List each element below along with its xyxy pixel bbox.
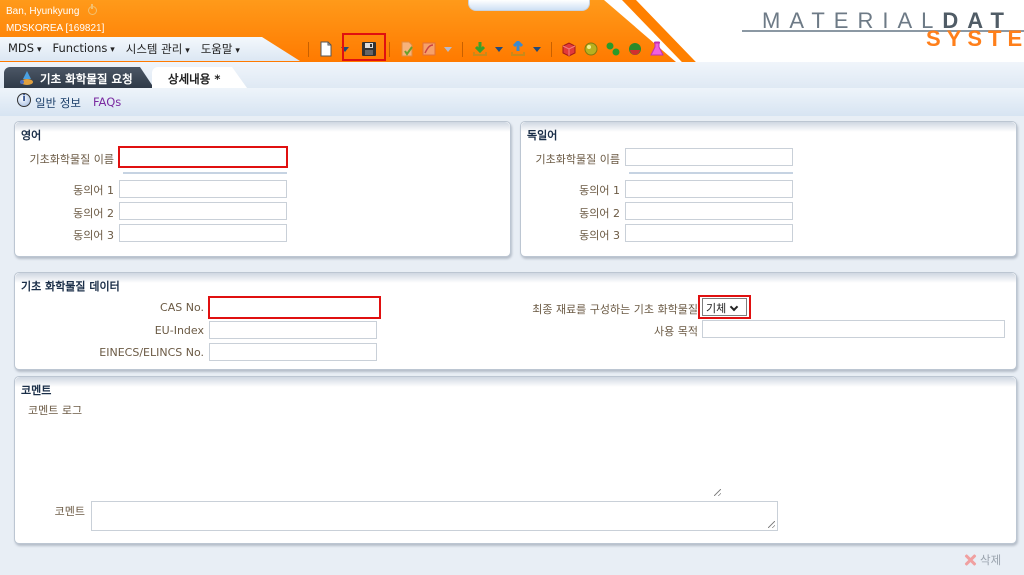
menu-system-admin[interactable]: 시스템 관리 [126, 41, 190, 57]
menu-help[interactable]: 도움말 [201, 41, 240, 57]
basic-substance-icon[interactable] [605, 41, 621, 57]
save-highlight-box [342, 33, 386, 61]
menu-mds[interactable]: MDS [8, 41, 41, 57]
recycle-icon[interactable] [627, 41, 643, 57]
user-info: Ban, Hyunkyung MDSKOREA [169821] [6, 3, 104, 37]
info-icon[interactable]: i [17, 93, 31, 107]
material-icon[interactable] [561, 41, 577, 57]
export-dropdown-icon[interactable] [444, 46, 452, 52]
info-bar: i 일반 정보 FAQs [0, 88, 1024, 116]
organization-label: MDSKOREA [169821] [6, 23, 105, 34]
usage-purpose-input[interactable] [702, 320, 1005, 338]
toolbar-separator [551, 41, 552, 57]
upload-icon[interactable] [510, 39, 526, 57]
chevron-down-icon [730, 302, 739, 312]
cas-number-label: CAS No. [160, 301, 204, 314]
german-basic-substance-name-input[interactable] [625, 148, 793, 166]
physical-state-select[interactable]: 기체 [702, 298, 747, 316]
basic-substance-name-label: 기초화학물질 이름 [535, 153, 620, 166]
synonym-1-label: 동의어 1 [73, 184, 114, 197]
physical-state-label: 최종 재료를 구성하는 기초 화학물질 [532, 303, 698, 316]
synonym-3-label: 동의어 3 [73, 229, 114, 242]
faqs-link[interactable]: FAQs [93, 95, 121, 109]
toolbar-separator [389, 41, 390, 57]
logo-text-system: SYSTE [926, 26, 1024, 51]
german-synonym-1-input[interactable] [625, 180, 793, 198]
resize-grip-icon[interactable] [768, 521, 775, 528]
logout-power-icon[interactable] [88, 4, 98, 15]
comment-panel: 코멘트 코멘트 로그 코멘트 [14, 376, 1017, 544]
general-info-link[interactable]: 일반 정보 [35, 95, 81, 111]
physical-state-value: 기체 [706, 302, 727, 315]
panel-title: 영어 [21, 129, 42, 142]
synonym-1-label: 동의어 1 [579, 184, 620, 197]
panel-header-gradient [15, 377, 1016, 387]
tab-label: 상세내용 * [168, 72, 221, 86]
comment-textarea[interactable] [91, 501, 778, 531]
eu-index-label: EU-Index [154, 324, 204, 337]
user-name: Ban, Hyunkyung [6, 6, 80, 17]
name-separator [629, 172, 793, 174]
german-synonym-2-input[interactable] [625, 202, 793, 220]
name-separator [123, 172, 287, 174]
panel-header-gradient [521, 122, 1016, 132]
pdf-export-icon[interactable] [421, 41, 437, 57]
comment-log-area[interactable] [91, 401, 721, 496]
cas-number-input[interactable] [208, 296, 381, 319]
substance-icon[interactable] [583, 41, 599, 57]
panel-header-gradient [15, 273, 1016, 283]
upload-dropdown-icon[interactable] [533, 46, 541, 52]
panel-title: 독일어 [527, 129, 558, 142]
synonym-3-label: 동의어 3 [579, 229, 620, 242]
german-panel: 독일어 기초화학물질 이름 동의어 1 동의어 2 동의어 3 [520, 121, 1017, 257]
synonym-2-label: 동의어 2 [73, 207, 114, 220]
english-synonym-1-input[interactable] [119, 180, 287, 198]
panel-title: 기초 화학물질 데이터 [21, 280, 120, 293]
panel-header-gradient [15, 122, 510, 132]
english-synonym-2-input[interactable] [119, 202, 287, 220]
eu-index-input[interactable] [209, 321, 377, 339]
material-data-system-logo: MATERIALDAT SYSTE [742, 8, 1024, 51]
comment-log-label: 코멘트 로그 [28, 404, 83, 417]
download-icon[interactable] [472, 41, 488, 57]
tab-basic-substance-request[interactable]: 기초 화학물질 요청 [4, 67, 154, 88]
synonym-2-label: 동의어 2 [579, 207, 620, 220]
english-panel: 영어 기초화학물질 이름 동의어 1 동의어 2 동의어 3 [14, 121, 511, 257]
delete-label: 삭제 [980, 553, 1002, 567]
einecs-elincs-input[interactable] [209, 343, 377, 361]
comment-label: 코멘트 [54, 505, 85, 518]
main-menu: MDS Functions 시스템 관리 도움말 [8, 41, 240, 57]
basic-substance-name-label: 기초화학물질 이름 [29, 153, 114, 166]
german-synonym-3-input[interactable] [625, 224, 793, 242]
english-synonym-3-input[interactable] [119, 224, 287, 242]
header-tab-decoration [468, 0, 590, 11]
chemistry-flask-icon[interactable] [649, 41, 665, 57]
tab-label: 기초 화학물질 요청 [40, 72, 133, 86]
toolbar-separator [462, 41, 463, 57]
tab-details[interactable]: 상세내용 * [152, 67, 247, 88]
einecs-elincs-label: EINECS/ELINCS No. [99, 346, 204, 359]
panel-title: 코멘트 [21, 384, 52, 397]
flask-request-icon [19, 70, 33, 85]
resize-grip-icon[interactable] [714, 489, 721, 496]
basic-substance-data-panel: 기초 화학물질 데이터 CAS No. EU-Index EINECS/ELIN… [14, 272, 1017, 370]
accept-icon[interactable] [399, 41, 415, 57]
delete-x-icon [964, 554, 976, 566]
menu-functions[interactable]: Functions [52, 41, 114, 57]
tab-strip: 기초 화학물질 요청 상세내용 * [0, 62, 1024, 88]
toolbar-separator [308, 41, 309, 57]
new-document-icon[interactable] [318, 41, 334, 57]
download-dropdown-icon[interactable] [495, 46, 503, 52]
usage-purpose-label: 사용 목적 [654, 325, 698, 338]
delete-button[interactable]: 삭제 [964, 552, 1001, 568]
english-basic-substance-name-input[interactable] [118, 146, 288, 168]
